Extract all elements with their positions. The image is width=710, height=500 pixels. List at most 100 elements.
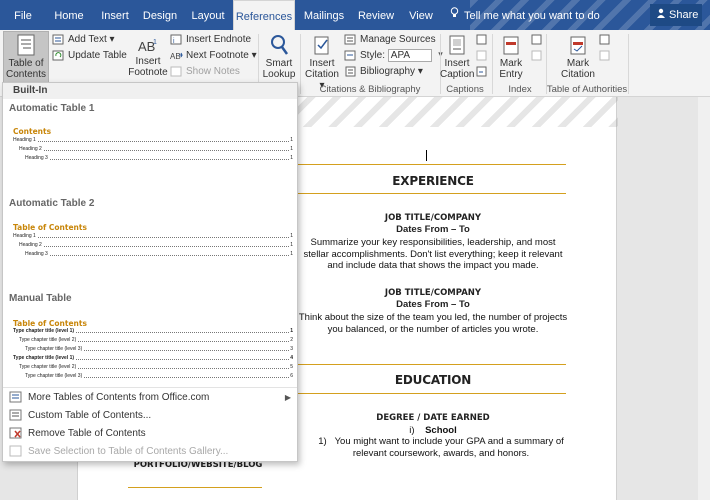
- add-text-button[interactable]: Add Text ▾: [52, 32, 115, 48]
- next-footnote-label: Next Footnote ▾: [186, 50, 257, 61]
- insert-index-icon: [530, 34, 543, 45]
- footnote-icon: AB1: [138, 39, 157, 54]
- custom-toc-label: Custom Table of Contents...: [28, 410, 152, 421]
- show-notes-button[interactable]: Show Notes: [170, 64, 240, 80]
- group-divider: [492, 34, 493, 94]
- mark-entry-button[interactable]: Mark Entry: [494, 34, 528, 80]
- custom-toc-menu-item[interactable]: Custom Table of Contents...: [9, 408, 293, 424]
- toc-preview-title: Contents: [13, 127, 52, 136]
- gpa-number: 1): [318, 436, 327, 447]
- toc-preview-line: Heading 31: [25, 250, 293, 258]
- job-description: Summarize your key responsibilities, lea…: [303, 237, 563, 271]
- tab-insert[interactable]: Insert: [94, 0, 136, 30]
- tab-home[interactable]: Home: [48, 0, 90, 30]
- update-table-button[interactable]: Update Table: [52, 48, 127, 64]
- ribbon-tab-bar: File Home Insert Design Layout Reference…: [0, 0, 710, 30]
- bibliography-button[interactable]: Bibliography ▾: [344, 64, 423, 80]
- tab-design[interactable]: Design: [138, 0, 182, 30]
- more-tocs-menu-item[interactable]: More Tables of Contents from Office.com …: [9, 390, 293, 406]
- job-dates: Dates From – To: [396, 224, 470, 235]
- insert-footnote-button[interactable]: AB 1 Insert Footnote: [128, 38, 168, 78]
- smart-lookup-button[interactable]: Smart Lookup: [262, 34, 296, 80]
- gallery-header: Built-In: [3, 83, 297, 99]
- insert-index-button[interactable]: [530, 32, 546, 48]
- manage-sources-icon: [344, 34, 357, 45]
- update-index-icon: [530, 50, 543, 61]
- toc-preview-line: Type chapter title (level 1) 1: [13, 327, 293, 335]
- tab-layout[interactable]: Layout: [186, 0, 230, 30]
- style-dropdown[interactable]: APA: [387, 48, 443, 62]
- toc-preview-line: Type chapter title (level 2) 5: [19, 363, 293, 371]
- next-footnote-button[interactable]: AB Next Footnote ▾: [170, 48, 257, 64]
- toc-preview-line: Heading 21: [19, 241, 293, 249]
- tell-me-text: Tell me what you want to do: [464, 10, 600, 22]
- mark-citation-label: Mark Citation: [561, 58, 595, 80]
- group-divider: [628, 34, 629, 94]
- manual-table-option[interactable]: Table of Contents Type chapter title (le…: [13, 319, 293, 383]
- save-selection-label: Save Selection to Table of Contents Gall…: [28, 446, 229, 457]
- school-name: School: [425, 425, 457, 436]
- remove-toc-label: Remove Table of Contents: [28, 428, 146, 439]
- share-button[interactable]: Share: [650, 4, 702, 26]
- next-footnote-icon: AB: [170, 50, 183, 61]
- insert-table-of-figures-button[interactable]: [475, 32, 491, 48]
- style-label: Style:: [360, 50, 386, 61]
- person-icon: [656, 4, 666, 18]
- section-rule: [128, 487, 262, 488]
- save-selection-icon: [9, 445, 22, 457]
- toc-preview-line: Heading 31: [25, 154, 293, 162]
- text-cursor: [426, 150, 427, 161]
- section-rule: [298, 393, 566, 394]
- toc-preview-title: Table of Contents: [13, 223, 87, 232]
- manage-sources-button[interactable]: Manage Sources: [344, 32, 436, 48]
- style-selector[interactable]: Style: APA: [344, 48, 443, 64]
- tell-me-search[interactable]: Tell me what you want to do: [450, 0, 600, 30]
- gpa-line: 1) You might want to include your GPA an…: [306, 436, 576, 459]
- update-table-icon: [52, 50, 65, 61]
- menu-divider: [3, 387, 297, 388]
- save-selection-menu-item[interactable]: Save Selection to Table of Contents Gall…: [9, 444, 293, 460]
- toc-preview-line: Type chapter title (level 2) 2: [19, 336, 293, 344]
- job-dates: Dates From – To: [396, 299, 470, 310]
- share-label: Share: [669, 9, 699, 21]
- style-icon: [344, 50, 357, 61]
- degree-line: DEGREE / DATE EARNED: [376, 413, 490, 423]
- smart-lookup-label: Smart Lookup: [262, 58, 296, 80]
- group-label-citations: Citations & Bibliography: [319, 84, 421, 95]
- magnifier-icon: [271, 35, 289, 55]
- update-authorities-icon: [598, 50, 611, 61]
- svg-text:1: 1: [153, 39, 157, 46]
- job-title: JOB TITLE/COMPANY: [384, 288, 482, 298]
- remove-icon: [9, 427, 22, 439]
- tab-mailings[interactable]: Mailings: [300, 0, 348, 30]
- mark-entry-label: Mark Entry: [499, 58, 523, 80]
- cross-reference-button[interactable]: [475, 64, 491, 80]
- submenu-arrow-icon: ▶: [284, 393, 291, 402]
- insert-citation-button[interactable]: Insert Citation ▾: [302, 34, 342, 91]
- tab-review[interactable]: Review: [354, 0, 398, 30]
- authorities-icon: [598, 34, 611, 45]
- insert-table-of-authorities-button[interactable]: [598, 32, 614, 48]
- gpa-description: You might want to include your GPA and a…: [334, 436, 564, 459]
- insert-caption-button[interactable]: Insert Caption: [440, 34, 474, 80]
- auto-table-2-option[interactable]: Table of Contents Heading 11 Heading 21 …: [13, 223, 293, 263]
- mark-citation-button[interactable]: Mark Citation: [558, 34, 598, 80]
- table-of-contents-icon: [17, 34, 35, 56]
- tab-file[interactable]: File: [2, 0, 44, 30]
- update-table-of-figures-button[interactable]: [475, 48, 491, 64]
- auto-table-1-option[interactable]: Contents Heading 11 Heading 21 Heading 3…: [13, 127, 293, 167]
- experience-heading: EXPERIENCE: [392, 174, 474, 188]
- insert-endnote-button[interactable]: i Insert Endnote: [170, 32, 251, 48]
- mark-citation-icon: [570, 36, 586, 55]
- update-table-label: Update Table: [68, 50, 127, 61]
- remove-toc-menu-item[interactable]: Remove Table of Contents: [9, 426, 293, 442]
- vertical-scrollbar[interactable]: [698, 97, 710, 500]
- tab-view[interactable]: View: [402, 0, 440, 30]
- toc-preview-line: Type chapter title (level 1) 4: [13, 354, 293, 362]
- update-index-button[interactable]: [530, 48, 546, 64]
- table-of-figures-icon: [475, 34, 488, 45]
- update-table-of-authorities-button[interactable]: [598, 48, 614, 64]
- section-rule: [298, 164, 566, 165]
- tab-references[interactable]: References: [233, 0, 295, 30]
- job-description: Think about the size of the team you led…: [298, 312, 568, 335]
